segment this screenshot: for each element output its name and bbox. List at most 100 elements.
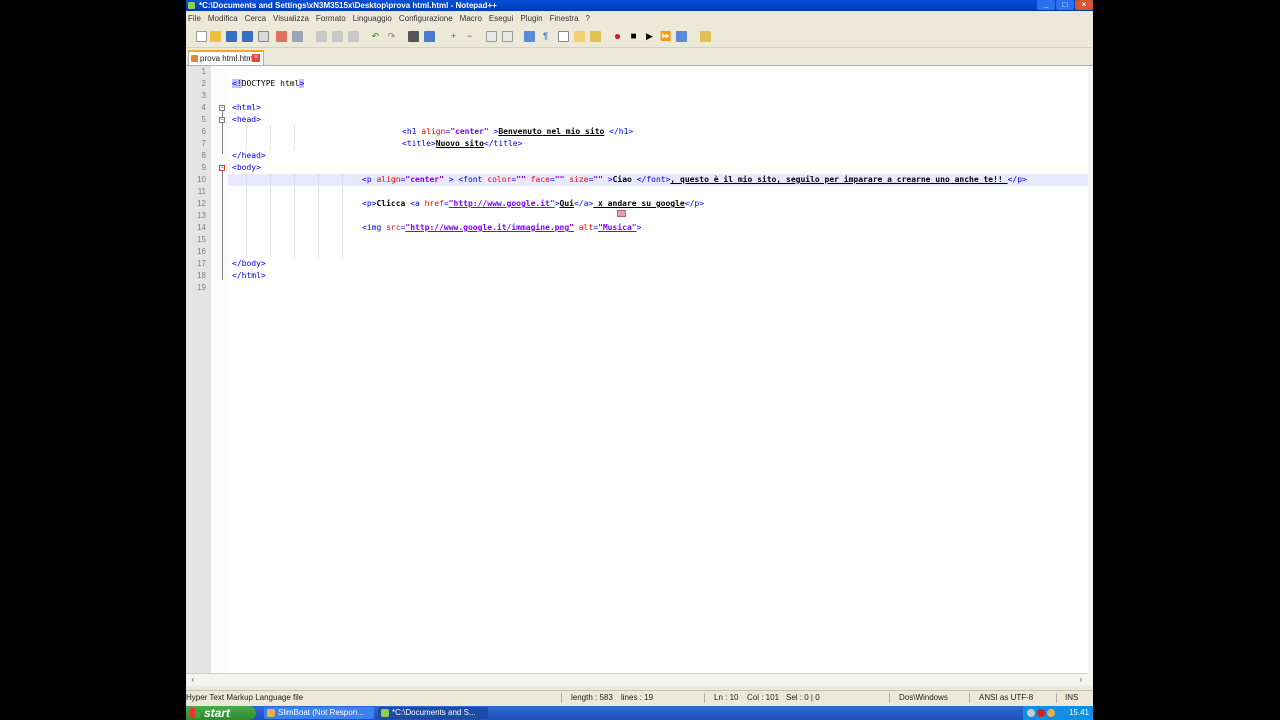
code-token: <img [362,223,387,232]
code-token: > [636,223,642,232]
code-token: "http://www.google.it/immagine.png" [405,223,574,232]
notepadpp-icon [188,2,195,9]
run-multiple-icon[interactable]: ⏩ [660,31,671,42]
tray-expand-icon[interactable] [1027,709,1035,717]
menu-macro[interactable]: Macro [458,12,487,26]
menu-visualizza[interactable]: Visualizza [271,12,314,26]
scroll-left-icon[interactable]: ‹ [188,675,198,685]
code-text-area[interactable]: <!DOCTYPE html> <html> <head> <h1 align=… [228,66,1088,673]
indent-guide-icon[interactable] [558,31,569,42]
line-number: 12 [197,199,206,208]
menu-plugin[interactable]: Plugin [518,12,547,26]
cut-icon[interactable] [316,31,327,42]
taskbar-item-notepadpp[interactable]: *C:\Documents and S... [378,707,488,719]
code-line-7: <title>Nuovo sito</title> [402,138,522,150]
menu-configurazione[interactable]: Configurazione [397,12,458,26]
menu-help[interactable]: ? [584,12,595,26]
close-button[interactable]: × [1075,0,1093,10]
line-number: 4 [201,103,206,112]
line-number: 14 [197,223,206,232]
redo-icon[interactable]: ↷ [386,31,397,42]
indent-guide [270,126,272,150]
new-file-icon[interactable] [196,31,207,42]
code-line-12: <p>Clicca <a href="http://www.google.it"… [362,198,704,210]
window-controls: _ □ × [1036,0,1093,11]
close-file-icon[interactable] [258,31,269,42]
code-token: </p> [684,199,705,208]
vertical-scrollbar[interactable] [1088,66,1093,685]
fold-line [222,123,223,154]
code-token: </a> [573,199,594,208]
code-token: <p> [362,199,377,208]
tab-prova-html[interactable]: prova html.html × [188,50,264,65]
line-number: 19 [197,283,206,292]
zoom-in-icon[interactable]: + [448,31,459,42]
title-bar[interactable]: *C:\Documents and Settings\xN3M3515x\Des… [186,0,1093,11]
code-token: <h1 [402,127,422,136]
tray-volume-icon[interactable] [1047,709,1055,717]
line-number: 11 [197,187,206,196]
save-all-icon[interactable] [242,31,253,42]
menu-esegui[interactable]: Esegui [487,12,518,26]
menu-file[interactable]: File [186,12,206,26]
line-number: 6 [201,127,206,136]
status-encoding: ANSI as UTF-8 [979,693,1034,702]
sync-v-icon[interactable] [486,31,497,42]
find-icon[interactable] [408,31,419,42]
all-chars-icon[interactable]: ¶ [540,31,551,42]
code-token: Qui [559,199,574,208]
menu-formato[interactable]: Formato [314,12,351,26]
code-token: </p> [1007,175,1027,184]
record-macro-icon[interactable]: ● [612,30,623,42]
code-token: "" [516,175,526,184]
horizontal-scrollbar[interactable]: ‹ › [186,673,1088,686]
udl-icon[interactable] [574,31,585,42]
tab-close-icon[interactable]: × [252,54,260,62]
run-icon[interactable] [700,31,711,42]
copy-icon[interactable] [332,31,343,42]
save-macro-icon[interactable] [676,31,687,42]
line-number: 13 [197,211,206,220]
play-macro-icon[interactable]: ▶ [644,31,655,42]
undo-icon[interactable]: ↶ [370,31,381,42]
word-wrap-icon[interactable] [524,31,535,42]
paste-icon[interactable] [348,31,359,42]
open-file-icon[interactable] [210,31,221,42]
indent-guide [246,174,248,258]
replace-icon[interactable] [424,31,435,42]
status-divider [704,693,705,703]
modified-file-icon [191,55,198,62]
zoom-out-icon[interactable]: − [464,31,475,42]
close-all-icon[interactable] [276,31,287,42]
notepadpp-window: *C:\Documents and Settings\xN3M3515x\Des… [186,0,1093,720]
code-line-10: <p align="center" > <font color="" face=… [362,174,1027,186]
code-token: "center" [450,127,489,136]
line-number: 3 [201,91,206,100]
save-icon[interactable] [226,31,237,42]
status-bar: Hyper Text Markup Language file length :… [186,690,1093,705]
stop-macro-icon[interactable]: ■ [628,31,639,42]
print-icon[interactable] [292,31,303,42]
start-button[interactable]: start [186,706,256,720]
indent-guide [294,174,296,258]
status-divider [969,693,970,703]
menu-finestra[interactable]: Finestra [548,12,584,26]
scroll-right-icon[interactable]: › [1076,675,1086,685]
taskbar: start SlimBoat (Not Respon... *C:\Docume… [186,706,1093,720]
minimize-button[interactable]: _ [1037,0,1055,10]
sync-h-icon[interactable] [502,31,513,42]
code-token: <font [458,175,488,184]
doc-map-icon[interactable] [590,31,601,42]
tray-antivirus-icon[interactable] [1037,709,1045,717]
code-token: align [421,127,446,136]
code-token: src [386,223,401,232]
menu-cerca[interactable]: Cerca [243,12,271,26]
status-line-number: Ln : 10 [714,693,739,702]
status-column: Col : 101 [747,693,780,702]
taskbar-item-slimboat[interactable]: SlimBoat (Not Respon... [264,707,374,719]
maximize-button[interactable]: □ [1056,0,1074,10]
menu-linguaggio[interactable]: Linguaggio [351,12,397,26]
start-label: start [204,706,231,720]
menu-modifica[interactable]: Modifica [206,12,243,26]
code-editor[interactable]: 1 2 3 4 5 6 7 8 9 10 11 12 13 14 15 16 1… [186,66,1088,673]
